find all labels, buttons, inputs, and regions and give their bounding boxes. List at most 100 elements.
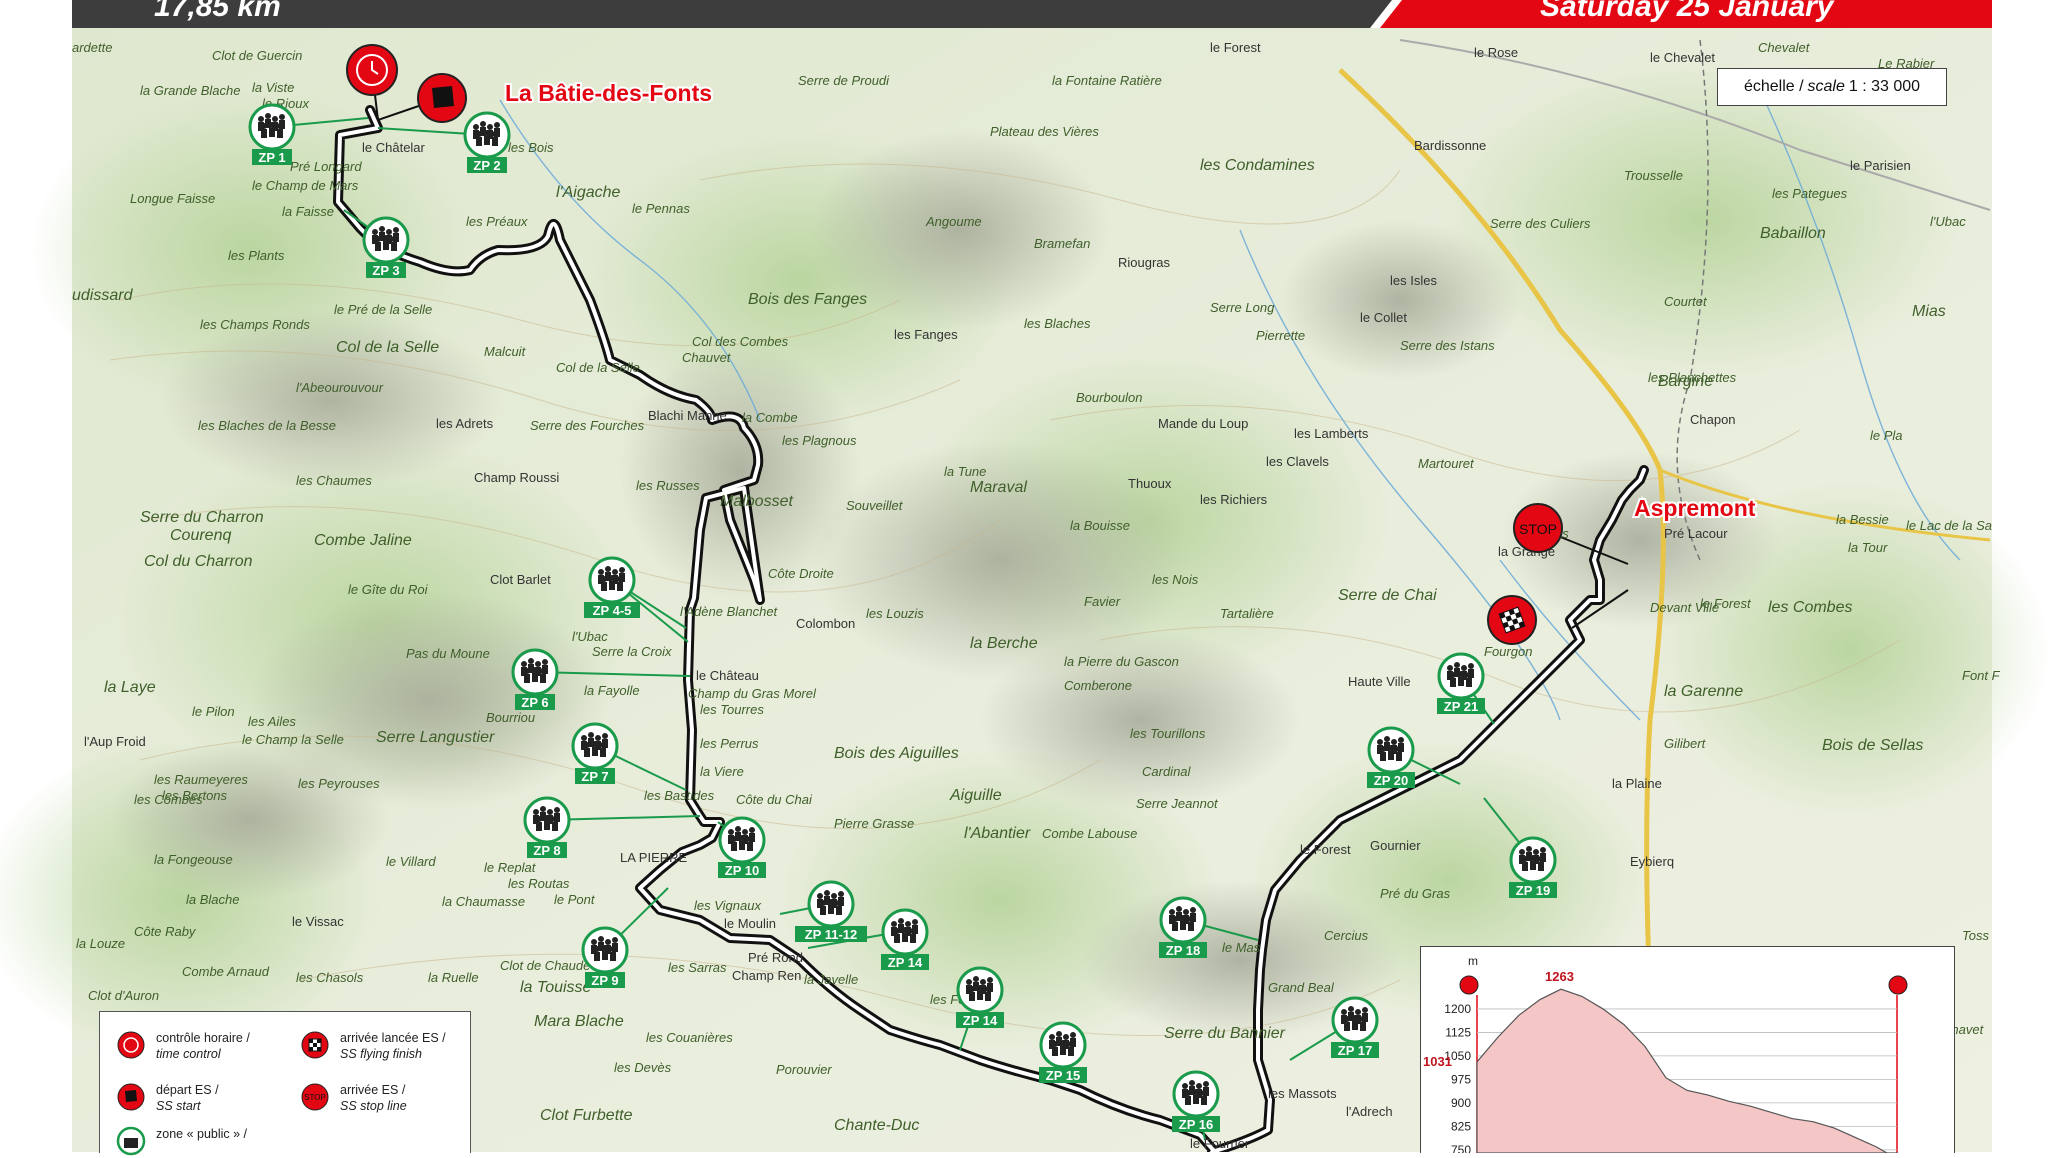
place-label: les Combes xyxy=(134,792,203,807)
place-label: le Parisien xyxy=(1850,158,1911,173)
place-label: la Laye xyxy=(104,679,156,696)
place-label: Colombon xyxy=(796,616,855,631)
place-label: Bois des Fanges xyxy=(748,291,867,308)
ss-start-marker xyxy=(417,73,467,123)
place-label: le Rose xyxy=(1474,45,1518,60)
zone-label: ZP 6 xyxy=(521,695,548,710)
place-label: Clot Furbette xyxy=(540,1107,633,1124)
stop-icon: STOP xyxy=(301,1083,329,1111)
place-label: la Louze xyxy=(76,936,125,951)
place-label: Comberone xyxy=(1064,678,1132,693)
place-label: Fourgon xyxy=(1484,644,1532,659)
public-zone-marker: ZP 8 xyxy=(523,796,571,858)
place-label: Pas du Moune xyxy=(406,646,490,661)
place-label: Maraval xyxy=(970,479,1027,496)
place-label: Haute Ville xyxy=(1348,674,1411,689)
place-label: Bardissonne xyxy=(1414,138,1486,153)
place-label: Pré Rond xyxy=(748,950,803,965)
place-label: la Fayolle xyxy=(584,683,640,698)
stage-date: Saturday 25 January xyxy=(1540,0,1835,23)
place-label: Martouret xyxy=(1418,456,1475,471)
place-label: les Tourillons xyxy=(1130,726,1206,741)
legend-stop-line: STOP arrivée ES / SS stop line xyxy=(300,1082,407,1114)
place-label: les Massots xyxy=(1268,1086,1337,1101)
elevation-max-label: 1263 xyxy=(1545,969,1574,984)
zone-label: ZP 21 xyxy=(1444,699,1478,714)
elevation-tick-label: 750 xyxy=(1451,1143,1471,1153)
legend-flying-finish: arrivée lancée ES / SS flying finish xyxy=(300,1030,446,1062)
place-label: la Fongeouse xyxy=(154,852,233,867)
place-label: les Perrus xyxy=(700,736,759,751)
place-label: udissard xyxy=(72,287,134,304)
place-label: Mande du Loup xyxy=(1158,416,1248,431)
place-label: Chauvet xyxy=(682,350,732,365)
scale-label: échelle / xyxy=(1743,78,1804,95)
clock-icon xyxy=(117,1031,145,1059)
place-label: l'Abeourouvour xyxy=(296,380,384,395)
place-label: la Faisse xyxy=(282,204,334,219)
legend-ss-start-en: SS start xyxy=(156,1099,201,1113)
place-label: Plateau des Vières xyxy=(990,124,1099,139)
legend-public-zone-fr: zone « public » / xyxy=(156,1127,248,1141)
place-label: Tartalière xyxy=(1220,606,1274,621)
place-label: Favier xyxy=(1084,594,1121,609)
place-label: les Blaches xyxy=(1024,316,1091,331)
place-label: Eybierq xyxy=(1630,854,1674,869)
place-label: le Collet xyxy=(1360,310,1407,325)
place-label: l'Aigache xyxy=(556,184,621,201)
place-label: les Russes xyxy=(636,478,700,493)
place-label: les Pategues xyxy=(1772,186,1848,201)
public-zone-marker: ZP 9 xyxy=(581,926,629,988)
place-label: les Clavels xyxy=(1266,454,1329,469)
svg-text:STOP: STOP xyxy=(1519,521,1557,537)
place-label: la Javelle xyxy=(804,972,858,987)
start-town-label: La Bâtie-des-Fonts xyxy=(505,80,712,106)
zone-label: ZP 19 xyxy=(1516,883,1550,898)
place-label: les Condamines xyxy=(1200,157,1315,174)
public-zone-marker: ZP 15 xyxy=(1039,1021,1087,1083)
place-label: Serre des Fourches xyxy=(530,418,645,433)
place-label: l'Adrech xyxy=(1346,1104,1393,1119)
place-label: le Lac de la Sa xyxy=(1906,518,1992,533)
flying-finish-marker xyxy=(1487,595,1537,645)
map-legend: contrôle horaire / time control départ ES… xyxy=(99,1011,471,1156)
public-zone-marker: ZP 10 xyxy=(718,816,766,878)
place-label: les Raumeyeres xyxy=(154,772,248,787)
place-label: Bramefan xyxy=(1034,236,1090,251)
place-label: Côte du Chai xyxy=(736,792,813,807)
place-label: la Plaine xyxy=(1612,776,1662,791)
place-label: Champ Ren xyxy=(732,968,801,983)
place-label: la Chaumasse xyxy=(442,894,525,909)
scale-ratio: 1 : 33 000 xyxy=(1848,78,1921,95)
place-label: Pierre Grasse xyxy=(834,816,914,831)
public-zone-marker: ZP 14 xyxy=(881,908,929,970)
place-label: Col des Combes xyxy=(692,334,789,349)
place-label: le Champ la Selle xyxy=(242,732,344,747)
place-label: Gournier xyxy=(1370,838,1421,853)
ss-start-icon xyxy=(1459,975,1479,995)
place-label: Mias xyxy=(1912,303,1946,320)
legend-time-control-en: time control xyxy=(156,1047,221,1061)
place-label: le Pla xyxy=(1870,428,1903,443)
place-label: le Pré de la Selle xyxy=(334,302,432,317)
place-label: les Chasols xyxy=(296,970,364,985)
place-label: Malbosset xyxy=(720,493,793,510)
rally-stage-map: Clot de Guercin la Grande Blache la Vist… xyxy=(0,0,2048,1158)
place-label: les Plagnous xyxy=(782,433,857,448)
place-label: les Vignaux xyxy=(694,898,761,913)
legend-stop-line-en: SS stop line xyxy=(340,1099,407,1113)
public-zone-marker: ZP 1 xyxy=(248,103,296,165)
place-label: les Isles xyxy=(1390,273,1437,288)
place-label: Chapon xyxy=(1690,412,1736,427)
place-label: Serre Langustier xyxy=(376,729,495,746)
place-label: Serre Jeannot xyxy=(1136,796,1219,811)
place-label: la Pierre du Gascon xyxy=(1064,654,1179,669)
place-label: Clot d'Auron xyxy=(88,988,159,1003)
place-label: Col de la Selle xyxy=(336,339,439,356)
flag-icon xyxy=(432,86,454,108)
legend-ss-start-fr: départ ES / xyxy=(156,1083,219,1097)
public-zone-marker: ZP 17 xyxy=(1331,996,1379,1058)
finish-town-label: Aspremont xyxy=(1634,495,1756,521)
zone-label: ZP 2 xyxy=(473,158,500,173)
place-label: les Préaux xyxy=(466,214,528,229)
